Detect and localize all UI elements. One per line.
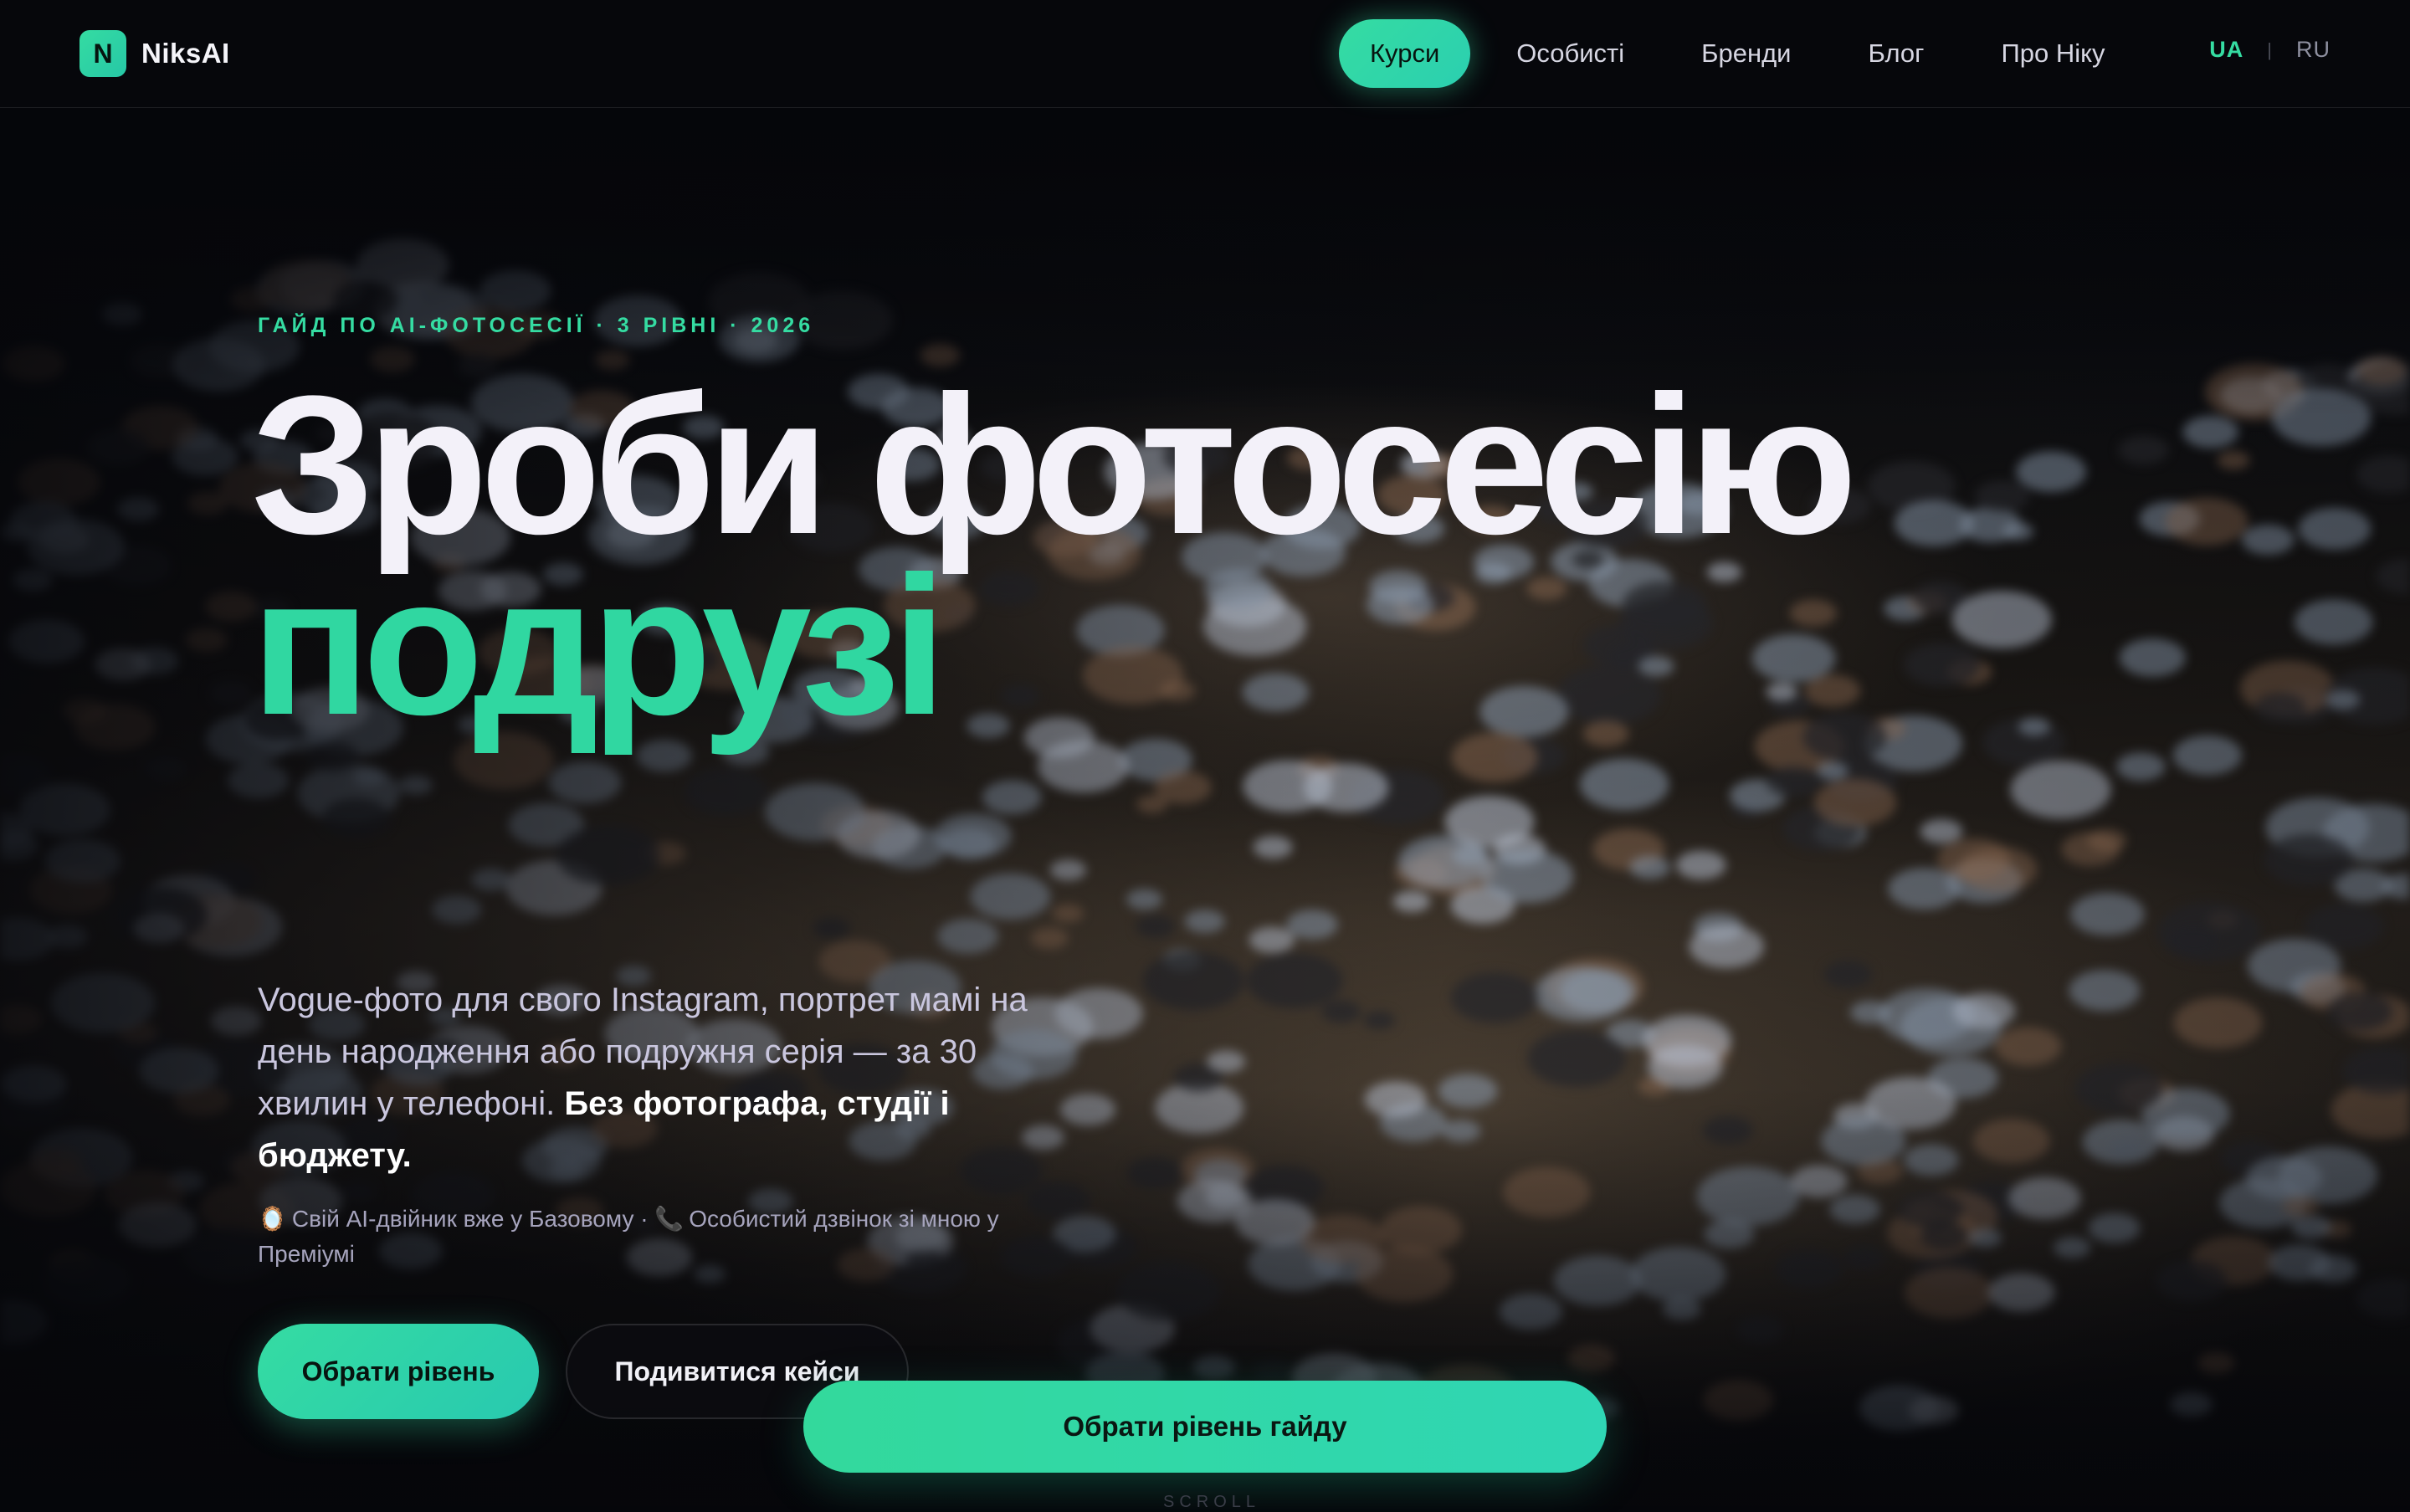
phone-icon: 📞 bbox=[654, 1202, 684, 1237]
nav-item-about[interactable]: Про Ніку bbox=[1970, 19, 2136, 88]
sticky-choose-guide-level-button[interactable]: Обрати рівень гайду bbox=[803, 1381, 1607, 1473]
hero-title: Зроби фотосесію подрузі bbox=[251, 366, 1850, 745]
scroll-hint: SCROLL bbox=[1163, 1493, 1260, 1512]
hero-note: 🪞Свій AI-двійник вже у Базовому · 📞Особи… bbox=[258, 1202, 1061, 1272]
nav-item-courses[interactable]: Курси bbox=[1339, 19, 1470, 88]
lang-ua[interactable]: UA bbox=[2209, 37, 2243, 63]
hero-lead: Vogue-фото для свого Instagram, портрет … bbox=[258, 974, 1028, 1181]
hero-note-part1: Свій AI-двійник вже у Базовому · bbox=[292, 1206, 654, 1232]
hero-title-line2: подрузі bbox=[251, 547, 1850, 745]
logo-mark-icon: N bbox=[79, 30, 126, 77]
logo-text: NiksAI bbox=[141, 38, 230, 69]
lang-separator: | bbox=[2267, 39, 2273, 61]
nav-item-brands[interactable]: Бренди bbox=[1670, 19, 1822, 88]
mirror-icon: 🪞 bbox=[258, 1202, 287, 1237]
nav-item-blog[interactable]: Блог bbox=[1838, 19, 1956, 88]
logo[interactable]: N NiksAI bbox=[79, 30, 230, 77]
main-nav: Курси Особисті Бренди Блог Про Ніку bbox=[1339, 19, 2151, 88]
hero-title-line1: Зроби фотосесію bbox=[251, 366, 1850, 564]
site-header: N NiksAI Курси Особисті Бренди Блог Про … bbox=[0, 0, 2410, 108]
choose-level-button[interactable]: Обрати рівень bbox=[258, 1324, 539, 1419]
hero-eyebrow: ГАЙД ПО AI-ФОТОСЕСІЇ · 3 РІВНІ · 2026 bbox=[258, 314, 814, 338]
language-switcher: UA | RU bbox=[2209, 37, 2331, 63]
lang-ru[interactable]: RU bbox=[2296, 37, 2331, 63]
nav-item-personal[interactable]: Особисті bbox=[1485, 19, 1655, 88]
